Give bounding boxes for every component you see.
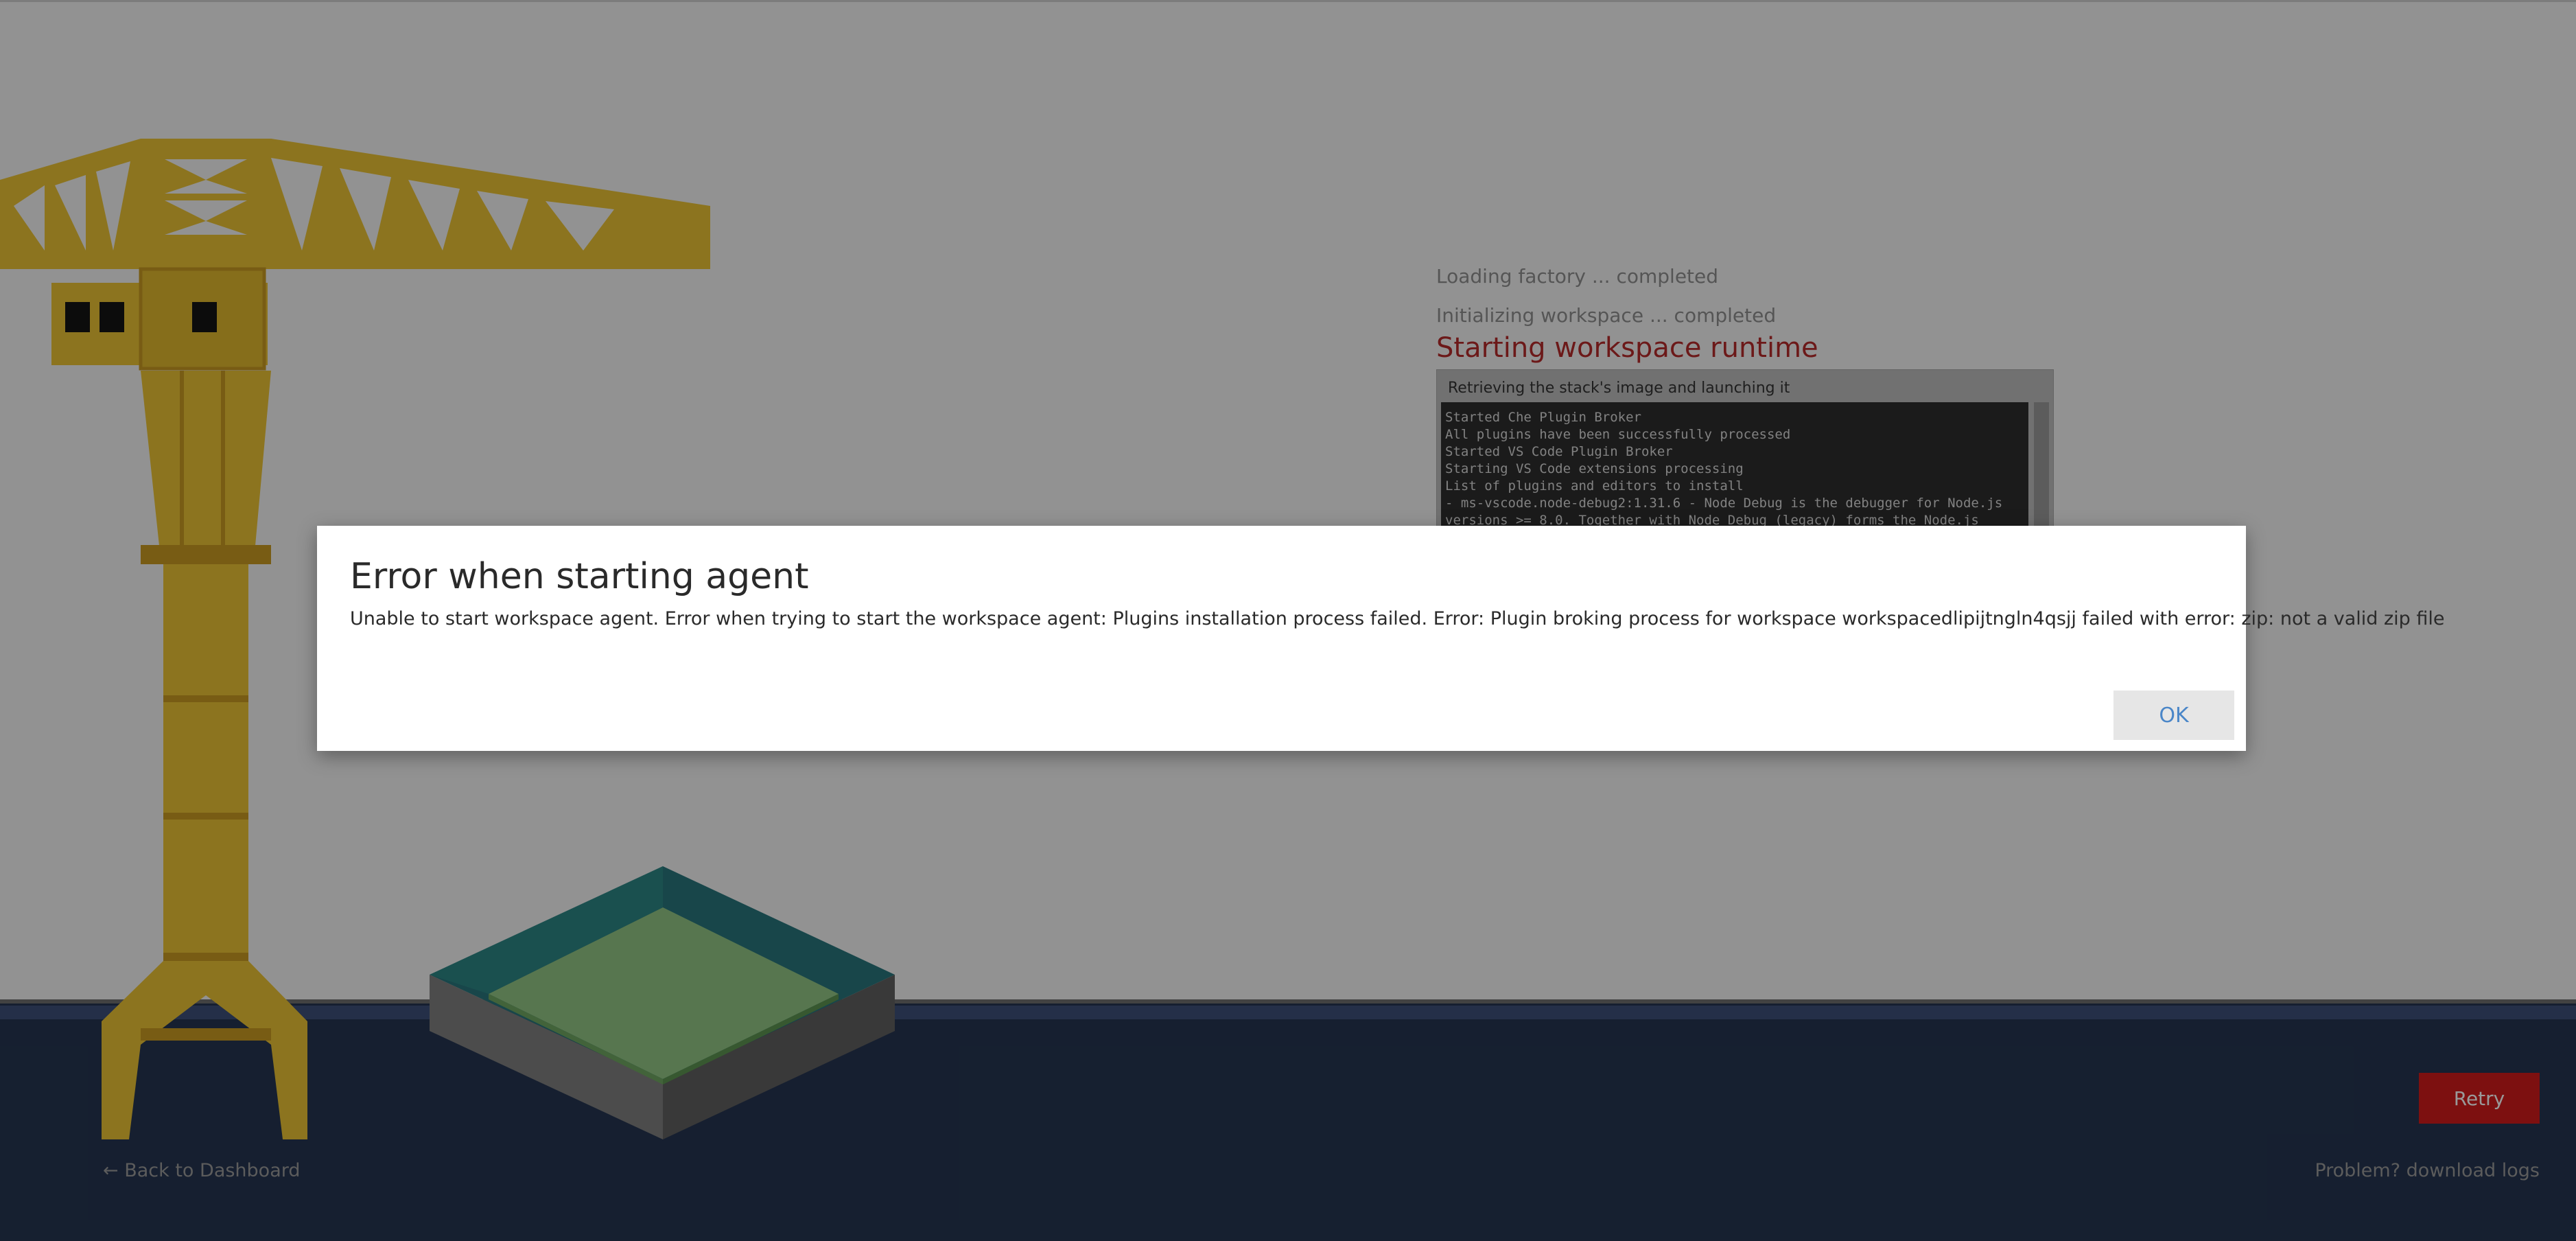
dialog-title: Error when starting agent xyxy=(350,556,809,597)
dialog-message: Unable to start workspace agent. Error w… xyxy=(350,608,2445,629)
ok-button[interactable]: OK xyxy=(2114,691,2234,740)
error-dialog: Error when starting agent Unable to star… xyxy=(317,526,2445,751)
